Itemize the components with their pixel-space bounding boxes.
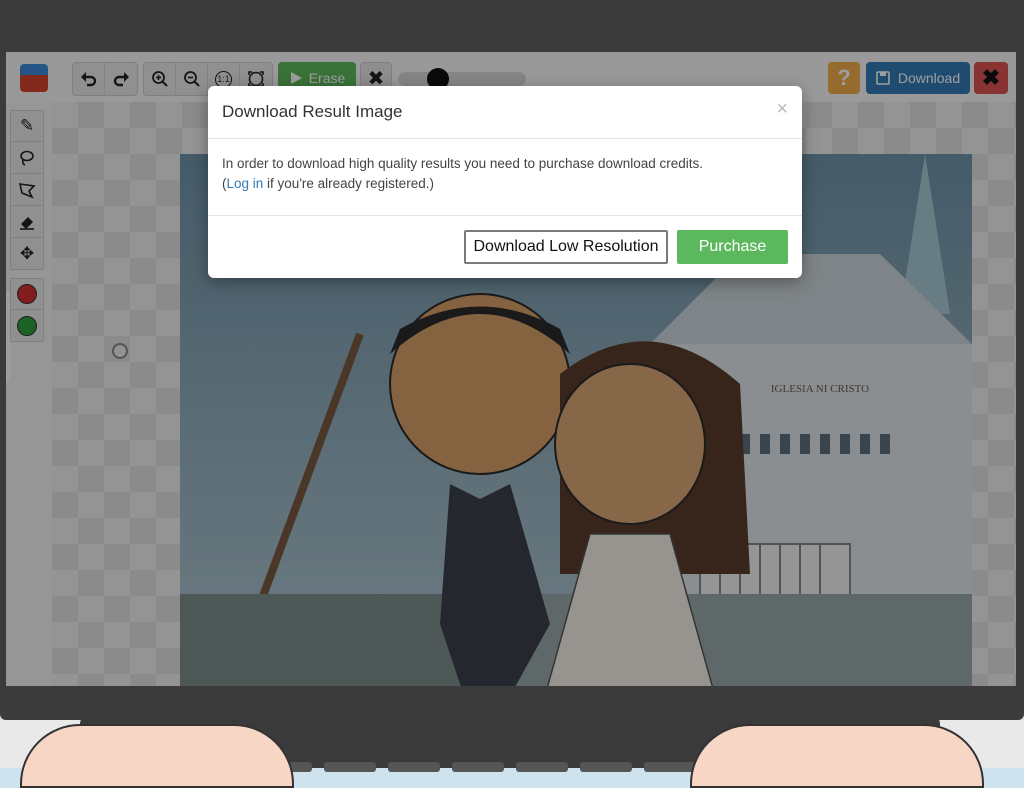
keyboard-key: [388, 762, 440, 772]
dialog-login-line: (Log in if you're already registered.): [222, 176, 434, 191]
right-hand: [690, 724, 984, 788]
close-icon[interactable]: ×: [776, 98, 788, 121]
keyboard-key: [452, 762, 504, 772]
left-hand: [20, 724, 294, 788]
dialog-footer: Download Low Resolution Purchase: [208, 216, 802, 278]
dialog-header: Download Result Image ×: [208, 86, 802, 139]
keyboard-key: [644, 762, 696, 772]
purchase-button[interactable]: Purchase: [677, 230, 788, 264]
keyboard-key: [580, 762, 632, 772]
dialog-message: In order to download high quality result…: [222, 156, 704, 171]
download-dialog: Download Result Image × In order to down…: [208, 86, 802, 278]
login-link[interactable]: Log in: [227, 176, 264, 191]
keyboard-key: [324, 762, 376, 772]
keyboard-key: [516, 762, 568, 772]
login-hint: if you're already registered.): [263, 176, 434, 191]
dialog-title: Download Result Image: [222, 102, 403, 121]
dialog-body: In order to download high quality result…: [208, 139, 802, 216]
download-low-resolution-button[interactable]: Download Low Resolution: [464, 230, 668, 264]
